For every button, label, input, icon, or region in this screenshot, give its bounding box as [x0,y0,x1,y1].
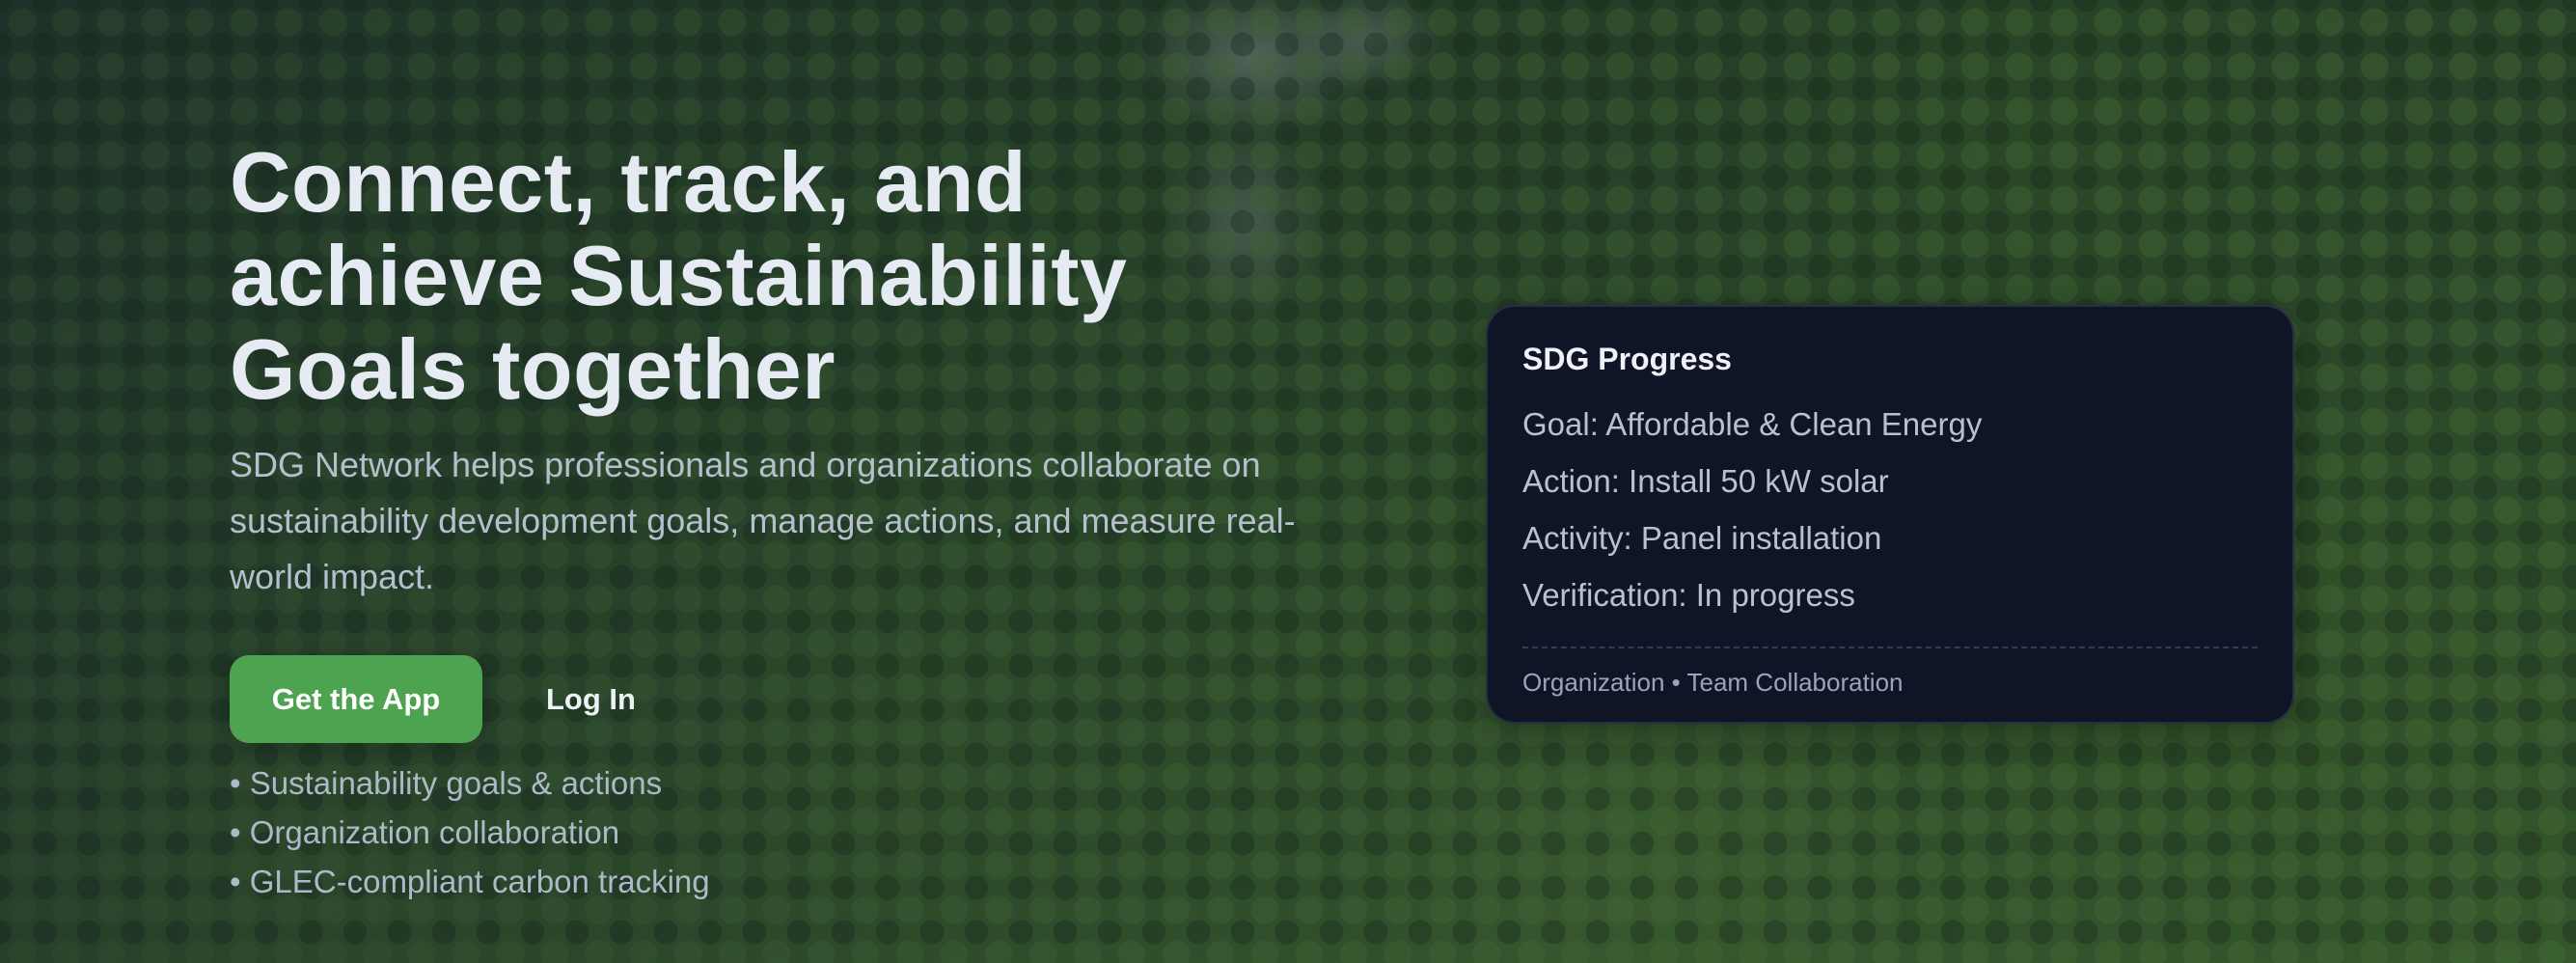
card-action-row: Action: Install 50 kW solar [1522,463,1889,499]
feature-item: Sustainability goals & actions [230,758,1387,808]
hero-description: SDG Network helps professionals and orga… [230,445,1296,596]
hero-headline: Connect, track, and achieve Sustainabili… [230,134,1128,417]
feature-list: Sustainability goals & actions Organizat… [230,758,1387,906]
card-verification-row: Verification: In progress [1522,577,1855,613]
cta-row: Get the App Log In [230,655,1387,743]
card-activity-row: Activity: Panel installation [1522,520,1882,556]
card-title: SDG Progress [1522,342,1732,376]
feature-item: Organization collaboration [230,808,1387,857]
card-footer: Organization • Team Collaboration [1522,668,1904,697]
login-button[interactable]: Log In [546,682,636,717]
sdg-progress-card: SDG Progress Goal: Affordable & Clean En… [1486,305,2294,724]
card-divider [1522,647,2258,648]
hero-section: Connect, track, and achieve Sustainabili… [230,135,1387,906]
card-goal-row: Goal: Affordable & Clean Energy [1522,406,1983,442]
feature-item: GLEC-compliant carbon tracking [230,857,1387,906]
get-app-button[interactable]: Get the App [230,655,482,743]
